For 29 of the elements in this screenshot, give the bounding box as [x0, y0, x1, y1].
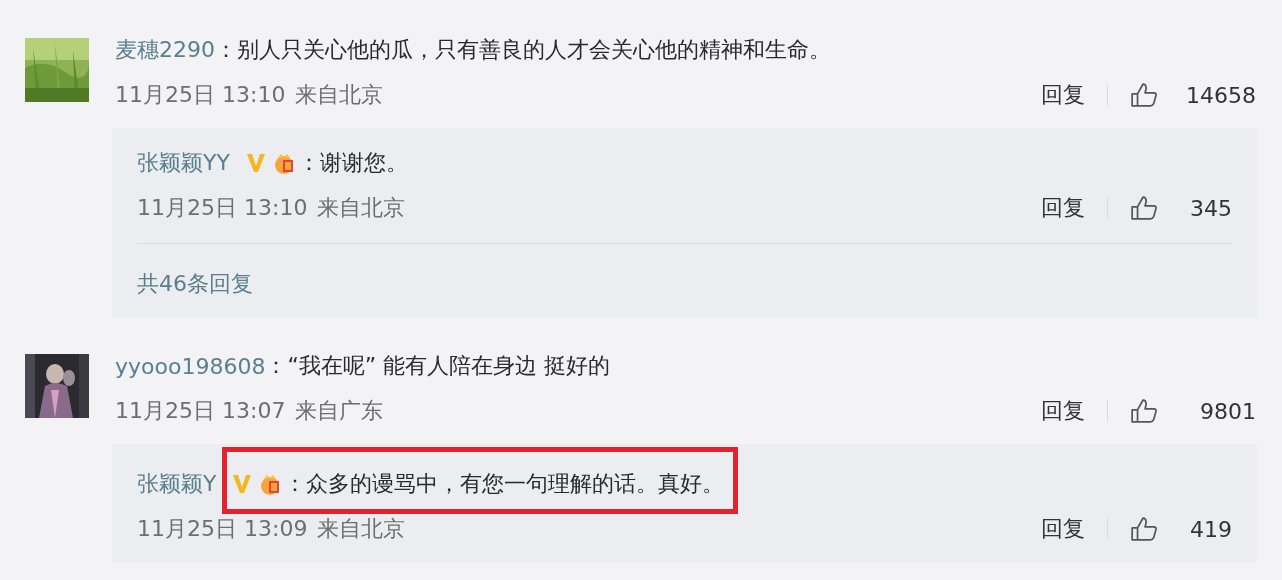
timestamp: 11月25日 13:10 — [137, 194, 308, 222]
like-count: 345 — [1189, 195, 1232, 221]
timestamp: 11月25日 13:09 — [137, 515, 308, 543]
timestamp: 11月25日 13:10 — [115, 81, 286, 109]
reply-link[interactable]: 回复 — [1041, 193, 1085, 223]
reply-link[interactable]: 回复 — [1041, 514, 1085, 544]
thumbs-up-icon[interactable] — [1130, 398, 1158, 424]
username[interactable]: yyooo198608 — [115, 353, 266, 379]
timestamp: 11月25日 13:07 — [115, 397, 286, 425]
like-count: 14658 — [1185, 82, 1256, 108]
thumbs-up-icon[interactable] — [1130, 82, 1158, 108]
reply-text: ：谢谢您。 — [297, 149, 408, 177]
location: 来自广东 — [295, 397, 384, 425]
location: 来自北京 — [317, 515, 406, 543]
username[interactable]: 张颖颖Y — [137, 469, 217, 499]
reply-link[interactable]: 回复 — [1041, 80, 1085, 110]
reply-text: ：众多的谩骂中，有您一句理解的话。真好。 — [284, 470, 725, 498]
location: 来自北京 — [317, 194, 406, 222]
like-count: 9801 — [1199, 398, 1256, 424]
comment-text: ：别人只关心他的瓜，只有善良的人才会关心他的精神和生命。 — [215, 36, 831, 64]
location: 来自北京 — [295, 81, 384, 109]
username[interactable]: 张颖颖YY — [137, 148, 230, 178]
reply-link[interactable]: 回复 — [1041, 396, 1085, 426]
username[interactable]: 麦穗2290 — [115, 35, 215, 65]
like-count: 419 — [1189, 516, 1232, 542]
comment-text: ：“我在呢” 能有人陪在身边 挺好的 — [265, 352, 611, 380]
thumbs-up-icon[interactable] — [1130, 516, 1158, 542]
more-replies-link[interactable]: 共46条回复 — [137, 269, 253, 299]
thumbs-up-icon[interactable] — [1130, 195, 1158, 221]
